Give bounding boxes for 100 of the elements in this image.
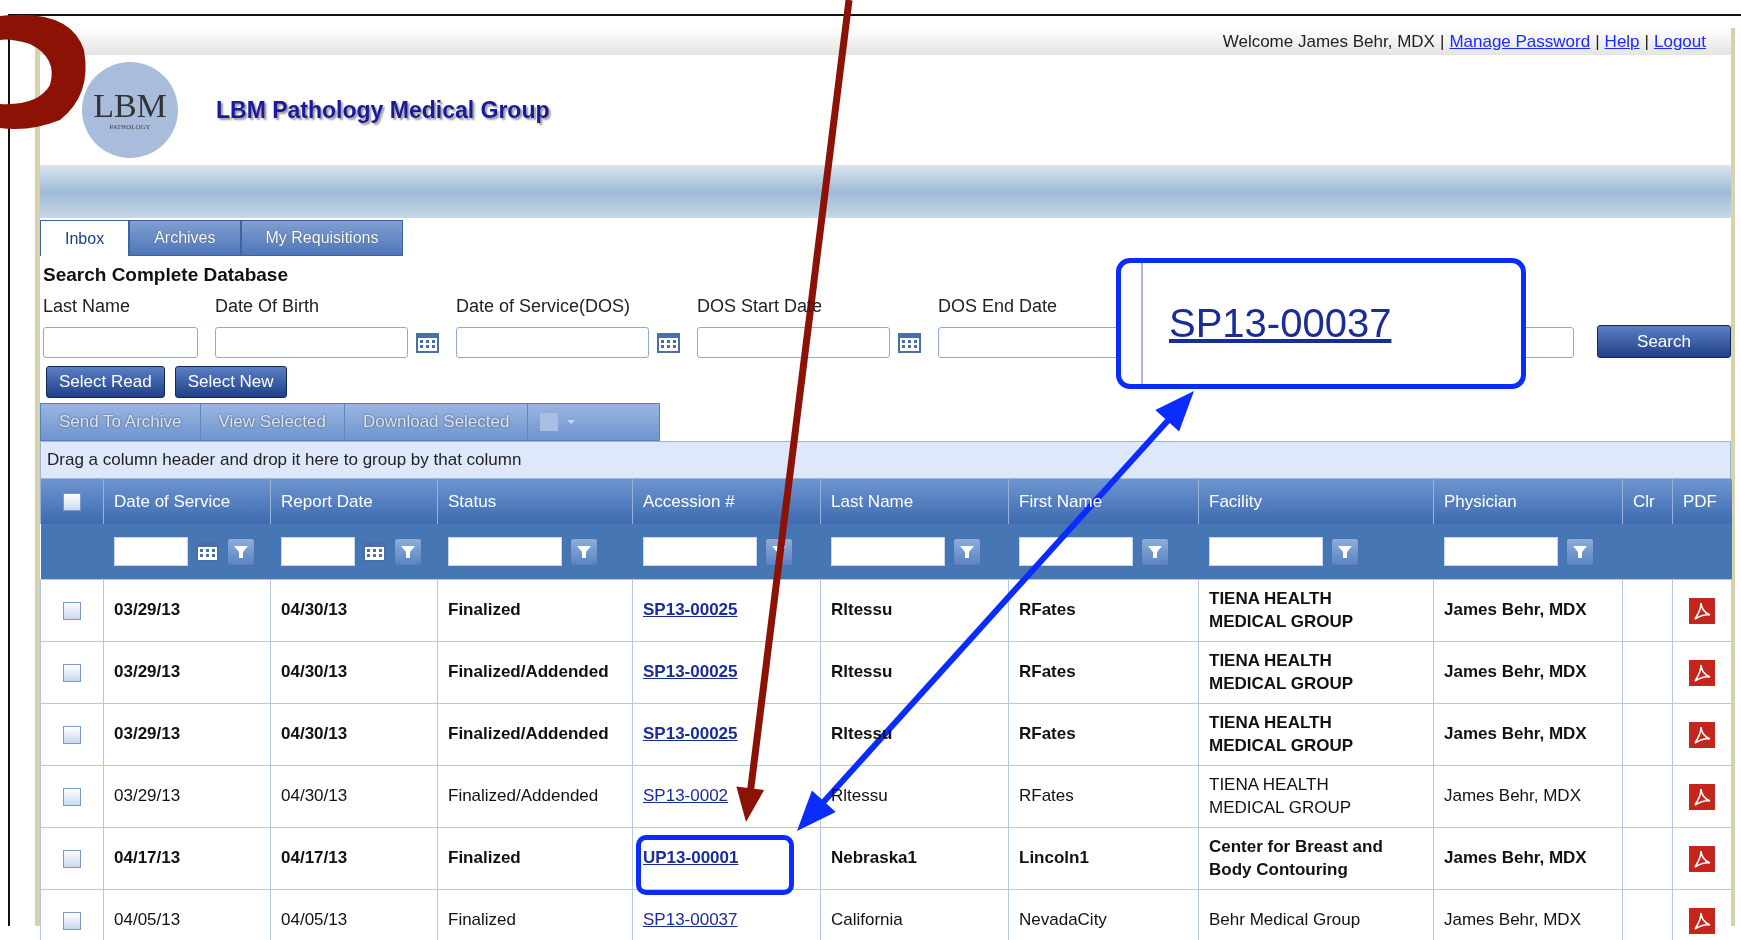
separator: | — [1595, 31, 1600, 52]
filter-input[interactable] — [1443, 537, 1558, 566]
pdf-icon[interactable] — [1689, 783, 1716, 810]
table-cell: TIENA HEALTH MEDICAL GROUP — [1198, 641, 1434, 704]
table-cell: James Behr, MDX — [1433, 765, 1623, 828]
table-cell: Finalized — [437, 889, 633, 940]
field-label: Last Name — [43, 296, 132, 317]
filter-input[interactable] — [642, 537, 757, 566]
filter-button[interactable] — [393, 537, 422, 566]
table-cell: Finalized/Addended — [437, 765, 633, 828]
header-link[interactable]: Logout — [1654, 31, 1706, 52]
table-cell: 03/29/13 — [103, 579, 271, 642]
table-cell: 04/30/13 — [270, 703, 438, 766]
table-cell: Rltessu — [820, 579, 1009, 642]
pdf-icon[interactable] — [1689, 907, 1716, 934]
header-link[interactable]: Help — [1604, 31, 1640, 52]
table-cell: James Behr, MDX — [1433, 641, 1623, 704]
app-title: LBM Pathology Medical Group — [216, 96, 550, 124]
select-button[interactable]: Select Read — [46, 366, 165, 398]
filter-input[interactable] — [280, 537, 355, 566]
table-cell: 04/17/13 — [103, 827, 271, 890]
filter-button[interactable] — [1140, 537, 1169, 566]
table-cell: 03/29/13 — [103, 641, 271, 704]
calendar-icon[interactable] — [898, 332, 921, 353]
tab[interactable]: My Requisitions — [240, 220, 404, 256]
filter-icon — [400, 545, 415, 558]
filter-icon — [1337, 545, 1352, 558]
accession-link[interactable]: SP13-00025 — [643, 600, 738, 620]
field-label: Date of Service(DOS) — [456, 296, 632, 317]
pdf-icon[interactable] — [1689, 845, 1716, 872]
filter-button[interactable] — [226, 537, 255, 566]
filter-icon — [1572, 545, 1587, 558]
filter-icon — [959, 545, 974, 558]
table-cell: Nebraska1 — [820, 827, 1009, 890]
tab[interactable]: Archives — [129, 220, 241, 256]
table-cell: 03/29/13 — [103, 765, 271, 828]
table-cell: 03/29/13 — [103, 703, 271, 766]
accession-link[interactable]: SP13-00025 — [643, 724, 738, 744]
table-cell: TIENA HEALTH MEDICAL GROUP — [1198, 765, 1434, 828]
table-cell: Finalized/Addended — [437, 641, 633, 704]
table-cell: NevadaCity — [1008, 889, 1199, 940]
input-field[interactable] — [215, 327, 408, 358]
filter-input[interactable] — [830, 537, 945, 566]
filter-input[interactable] — [113, 537, 188, 566]
row-checkbox[interactable] — [63, 849, 81, 868]
table-cell: James Behr, MDX — [1433, 703, 1623, 766]
accession-link[interactable]: SP13-00025 — [643, 662, 738, 682]
tab[interactable]: Inbox — [40, 220, 130, 256]
table-cell: Finalized/Addended — [437, 703, 633, 766]
table-cell: RFates — [1008, 765, 1199, 828]
calendar-icon[interactable] — [416, 332, 439, 353]
table-cell: California — [820, 889, 1009, 940]
input-field[interactable] — [697, 327, 890, 358]
input-field[interactable] — [456, 327, 649, 358]
welcome-text: Welcome James Behr, MDX — [1222, 31, 1435, 52]
table-cell: RFates — [1008, 703, 1199, 766]
accession-link[interactable]: SP13-0002 — [643, 786, 729, 806]
table-cell: Rltessu — [820, 641, 1009, 704]
filter-icon — [1147, 545, 1162, 558]
filter-button[interactable] — [1330, 537, 1359, 566]
table-cell: Center for Breast and Body Contouring — [1198, 827, 1434, 890]
pdf-icon[interactable] — [1689, 597, 1716, 624]
calendar-icon[interactable] — [362, 541, 386, 562]
table-cell: Finalized — [437, 579, 633, 642]
table-cell: RFates — [1008, 641, 1199, 704]
filter-icon — [576, 545, 591, 558]
separator: | — [1644, 31, 1649, 52]
table-cell: 04/17/13 — [270, 827, 438, 890]
filter-input[interactable] — [447, 537, 562, 566]
accession-link[interactable]: SP13-00037 — [643, 910, 738, 930]
field-label: DOS End Date — [938, 296, 1059, 317]
header-link[interactable]: Manage Password — [1449, 31, 1591, 52]
table-cell: TIENA HEALTH MEDICAL GROUP — [1198, 579, 1434, 642]
group-by-hint: Drag a column header and drop it here to group by that column — [40, 441, 1731, 479]
row-checkbox[interactable] — [63, 911, 81, 930]
table-cell: James Behr, MDX — [1433, 827, 1623, 890]
calendar-icon[interactable] — [657, 332, 680, 353]
separator: | — [1439, 31, 1445, 52]
input-field[interactable] — [43, 327, 198, 358]
pdf-icon[interactable] — [1689, 721, 1716, 748]
filter-button[interactable] — [1565, 537, 1594, 566]
table-cell: 04/30/13 — [270, 579, 438, 642]
select-all-checkbox[interactable] — [63, 492, 81, 511]
filter-input[interactable] — [1208, 537, 1323, 566]
section-heading: Search Complete Database — [43, 264, 289, 286]
row-checkbox[interactable] — [63, 725, 81, 744]
pdf-icon[interactable] — [1689, 659, 1716, 686]
filter-button[interactable] — [952, 537, 981, 566]
row-checkbox[interactable] — [63, 601, 81, 620]
row-checkbox[interactable] — [63, 663, 81, 682]
filter-input[interactable] — [1018, 537, 1133, 566]
search-button[interactable]: Search — [1597, 325, 1731, 358]
table-cell: 04/30/13 — [270, 641, 438, 704]
calendar-icon[interactable] — [195, 541, 219, 562]
accession-link[interactable]: UP13-00001 — [643, 848, 739, 868]
table-cell: James Behr, MDX — [1433, 579, 1623, 642]
row-checkbox[interactable] — [63, 787, 81, 806]
table-cell: 04/05/13 — [270, 889, 438, 940]
filter-button[interactable] — [569, 537, 598, 566]
select-button[interactable]: Select New — [174, 366, 287, 398]
